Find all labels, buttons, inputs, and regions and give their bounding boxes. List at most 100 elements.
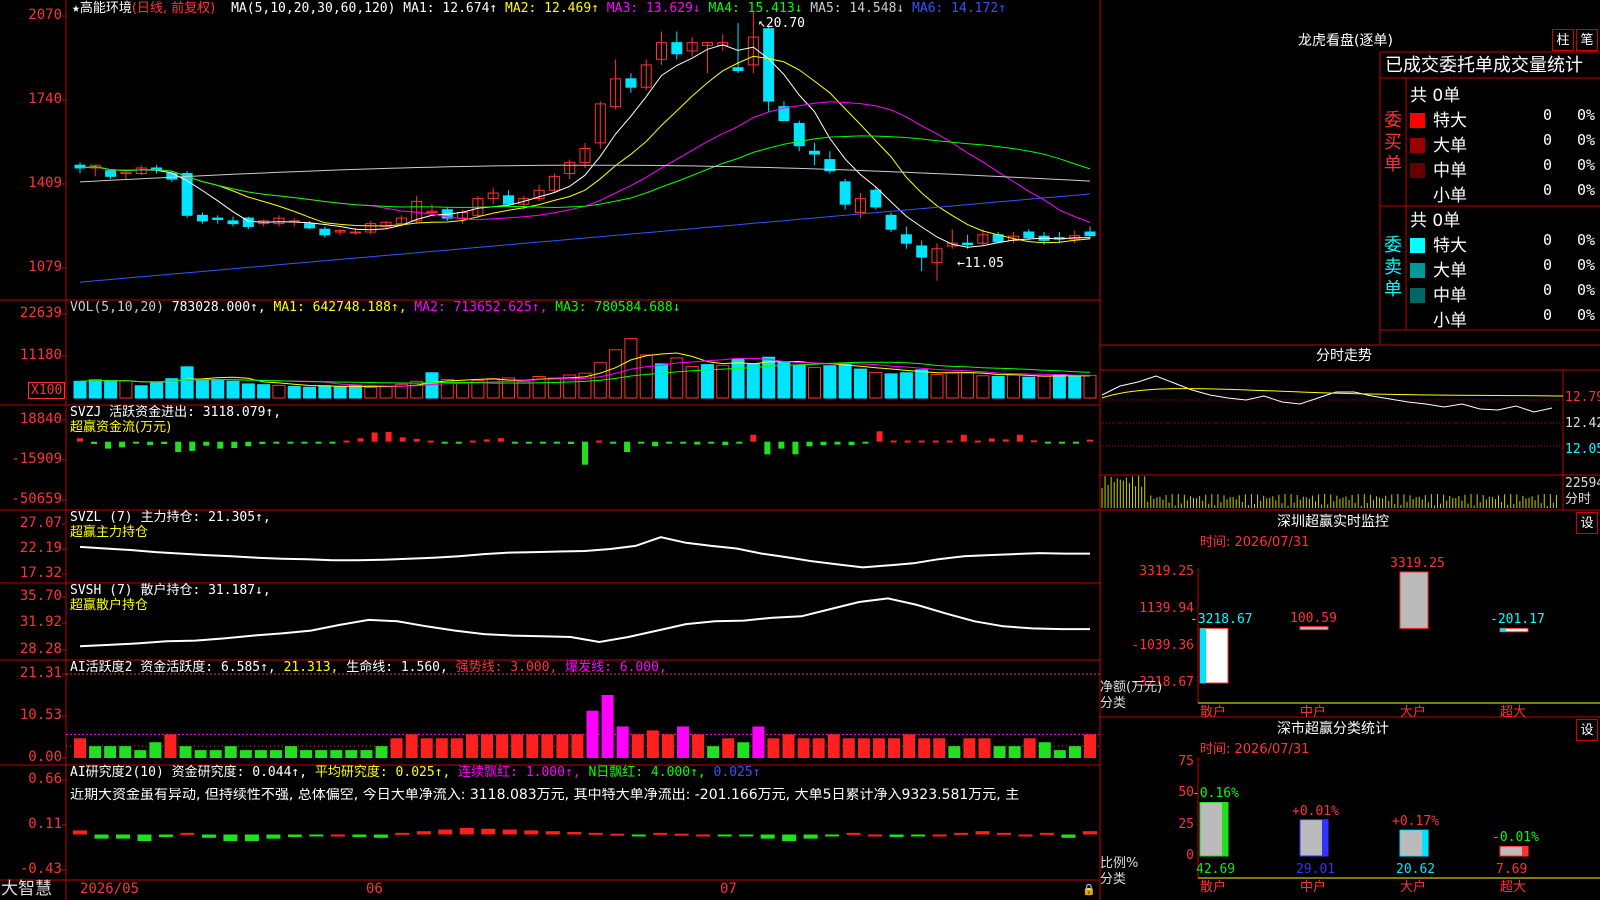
- ai-active-bar: [435, 738, 448, 758]
- ai-active-bar: [933, 738, 946, 758]
- volume-bar: [195, 379, 209, 399]
- left-tick-2-2: -50659: [11, 491, 62, 507]
- ai-research-bar: [244, 834, 259, 842]
- svzj-bar: [680, 441, 687, 444]
- sz-monitor-cat-1: 中户: [1300, 705, 1327, 720]
- ai-research-bar: [610, 833, 625, 836]
- buy-val-2: 0: [1543, 156, 1553, 174]
- ma-legend-label: MA(5,10,20,30,60,120): [231, 1, 396, 16]
- svzj-bar: [1044, 441, 1051, 444]
- svzj-bar: [175, 441, 182, 453]
- volume-bar: [425, 372, 439, 399]
- tick-mode-button[interactable]: 笔: [1576, 29, 1598, 51]
- ai-research-bar: [309, 834, 324, 837]
- sell-swatch-2: [1410, 288, 1425, 303]
- ai-active-bar: [993, 746, 1006, 758]
- svzj-bar: [259, 441, 266, 444]
- ai-active-bar: [661, 734, 674, 758]
- svzj-bar: [932, 440, 939, 443]
- intraday-vol-tick: 22594: [1565, 476, 1600, 491]
- candle-body: [319, 228, 331, 236]
- volume-bar: [777, 361, 791, 399]
- ai-active-bar: [420, 738, 433, 758]
- lock-icon[interactable]: 🔒: [1082, 882, 1096, 897]
- left-tick-2-0: 18840: [19, 411, 62, 427]
- svzj-bar: [427, 440, 434, 443]
- svzj-bar: [217, 441, 224, 449]
- svzj-bar: [918, 440, 925, 443]
- vol-legend-item-3: MA2: 713652.625↑,: [414, 300, 556, 315]
- longhu-title: 龙虎看盘(逐单): [1298, 33, 1393, 49]
- ai-research-legend-1: 平均研究度: 0.025↑,: [314, 765, 459, 780]
- ai-active-bar: [918, 738, 931, 758]
- candle-body: [1023, 231, 1035, 239]
- sz-classify-xlabel: 分类: [1100, 872, 1127, 887]
- left-tick-3-1: 22.19: [19, 540, 62, 556]
- sz-monitor-cat-0: 散户: [1200, 705, 1227, 720]
- volume-bar: [456, 382, 470, 399]
- svzj-bar: [750, 434, 757, 442]
- volume-bar: [991, 375, 1005, 399]
- volume-bar: [410, 380, 424, 399]
- ai-active-bar: [692, 734, 705, 758]
- svzj-bar: [455, 441, 462, 444]
- sell-val-3: 0: [1543, 306, 1553, 324]
- volume-bar: [1037, 375, 1051, 399]
- svzj-bar: [736, 441, 743, 444]
- left-tick-3-2: 17.32: [19, 565, 62, 581]
- vol-legend-item-1: 783028.000↑,: [171, 300, 274, 315]
- ai-active-bar: [571, 734, 584, 758]
- svzj-bar: [189, 441, 196, 451]
- ai-active-bar: [797, 738, 810, 758]
- svsh-legend: SVSH (7) 散户持仓: 31.187↓,: [70, 583, 271, 598]
- ai-active-bar: [1038, 742, 1051, 758]
- stock-name[interactable]: 高能环境: [80, 1, 132, 16]
- svzj-bar: [371, 432, 378, 442]
- volume-bar: [945, 372, 959, 399]
- ai-active-bar: [269, 750, 282, 758]
- svzj-bar: [483, 439, 490, 442]
- candle-body: [304, 223, 316, 229]
- ai-active-bar: [737, 742, 750, 758]
- ai-active-bar: [104, 746, 117, 758]
- ai-active-bar: [149, 742, 162, 758]
- left-tick-1-0: 22639: [19, 305, 62, 321]
- ma-legend-item-5: MA5: 14.548↓: [810, 1, 913, 16]
- volume-bar: [915, 369, 929, 399]
- svzj-bar: [1016, 434, 1023, 442]
- sz-classify-settings-button[interactable]: 设: [1576, 719, 1598, 741]
- svzj-bar: [820, 441, 827, 446]
- volume-bar: [746, 362, 760, 399]
- svzj-bar: [610, 441, 617, 444]
- volume-bar: [272, 384, 286, 399]
- svzj-bar: [764, 441, 771, 455]
- buy-pct-2: 0%: [1577, 156, 1596, 174]
- left-tick-5-1: 10.53: [19, 707, 62, 723]
- sz-classify-delta-3: -0.01%: [1492, 830, 1539, 846]
- ai-active-bar: [89, 746, 102, 758]
- sz-monitor-settings-button[interactable]: 设: [1576, 512, 1598, 534]
- left-tick-3-0: 27.07: [19, 515, 62, 531]
- left-tick-4-2: 28.28: [19, 641, 62, 657]
- svzj-bar: [245, 441, 252, 447]
- sz-classify-value-1: 29.01: [1296, 862, 1336, 877]
- ai-active-bar: [1084, 734, 1096, 758]
- candle-body: [962, 242, 974, 246]
- ai-active-legend-1: 21.313,: [283, 660, 347, 675]
- volume-bar: [379, 386, 393, 399]
- volume-bar: [150, 382, 164, 399]
- svzj-bar: [469, 440, 476, 443]
- ai-active-bar: [1023, 738, 1036, 758]
- volume-bar: [364, 386, 378, 399]
- sz-monitor-cat-3: 超大: [1500, 705, 1527, 720]
- svsh-line: [79, 597, 1090, 648]
- sz-classify-bar-edge: [1422, 830, 1428, 856]
- left-tick-5-2: 0.00: [28, 749, 62, 765]
- sz-classify-cat-0: 散户: [1200, 880, 1227, 895]
- sz-classify-cat-2: 大户: [1400, 880, 1427, 895]
- bar-mode-button[interactable]: 柱: [1552, 29, 1574, 51]
- ai-active-bar: [74, 738, 86, 758]
- sz-monitor-tick-0: 3319.25: [1139, 564, 1194, 579]
- buy-val-3: 0: [1543, 181, 1553, 199]
- ai-active-legend-3: 强势线: 3.000,: [455, 660, 566, 675]
